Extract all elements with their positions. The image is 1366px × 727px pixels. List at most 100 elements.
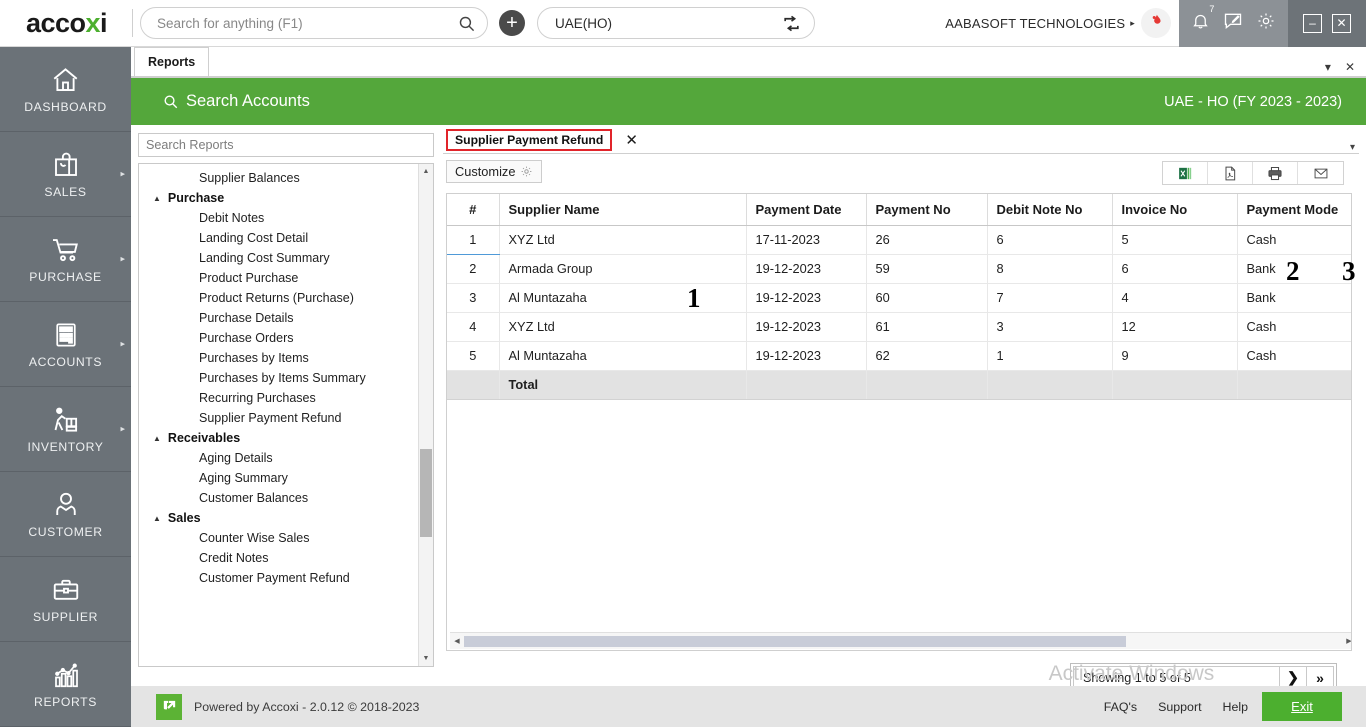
- hscroll-track[interactable]: [464, 636, 1342, 647]
- tab-reports[interactable]: Reports: [134, 47, 209, 77]
- reports-list-item[interactable]: Debit Notes: [139, 208, 420, 228]
- avatar[interactable]: [1141, 8, 1171, 38]
- export-excel-button[interactable]: [1163, 162, 1208, 184]
- table-cell: 62: [866, 341, 987, 370]
- messages-button[interactable]: [1223, 11, 1243, 36]
- scroll-up-arrow-icon[interactable]: ▲: [419, 164, 433, 179]
- table-cell: 8: [987, 254, 1112, 283]
- reports-list-item[interactable]: Supplier Balances: [139, 168, 420, 188]
- switch-branch-icon[interactable]: [782, 14, 801, 33]
- sidebar-item-label: SUPPLIER: [33, 610, 98, 624]
- reports-list-item[interactable]: Credit Notes: [139, 548, 420, 568]
- table-column-header[interactable]: Payment Date: [746, 194, 866, 225]
- reports-list-item[interactable]: Landing Cost Summary: [139, 248, 420, 268]
- window-controls: – ✕: [1288, 0, 1366, 47]
- chevron-right-icon: ▸: [120, 169, 125, 180]
- sidebar-item-reports[interactable]: REPORTS: [0, 642, 131, 727]
- reports-list-item[interactable]: Purchase Orders: [139, 328, 420, 348]
- table-column-header[interactable]: Supplier Name: [499, 194, 746, 225]
- sidebar-item-label: DASHBOARD: [24, 100, 107, 114]
- report-tab-supplier-payment-refund[interactable]: Supplier Payment Refund: [446, 129, 612, 151]
- footer-link-help[interactable]: Help: [1223, 700, 1248, 714]
- table-column-header[interactable]: Debit Note No: [987, 194, 1112, 225]
- reports-group-header[interactable]: ▲Purchase: [139, 188, 420, 208]
- report-tab-label: Supplier Payment Refund: [455, 133, 603, 147]
- close-window-button[interactable]: ✕: [1332, 14, 1351, 33]
- reports-list-item[interactable]: Purchases by Items: [139, 348, 420, 368]
- tab-list-dropdown-icon[interactable]: ▾: [1325, 60, 1331, 74]
- notifications-button[interactable]: 7: [1191, 11, 1210, 36]
- reports-list-item[interactable]: Purchases by Items Summary: [139, 368, 420, 388]
- footer-link-support[interactable]: Support: [1158, 700, 1201, 714]
- reports-list-item[interactable]: Landing Cost Detail: [139, 228, 420, 248]
- company-selector[interactable]: AABASOFT TECHNOLOGIES ▸: [945, 16, 1141, 31]
- tab-close-icon[interactable]: ✕: [1345, 60, 1355, 74]
- sidebar-item-sales[interactable]: SALES ▸: [0, 132, 131, 217]
- reports-list-scrollbar[interactable]: ▲ ▼: [418, 164, 433, 666]
- reports-group-label: Receivables: [168, 431, 240, 445]
- settings-button[interactable]: [1256, 11, 1276, 36]
- hscroll-thumb[interactable]: [464, 636, 1126, 647]
- reports-list-item[interactable]: Supplier Payment Refund: [139, 408, 420, 428]
- reports-search-input[interactable]: [146, 138, 426, 152]
- table-column-header[interactable]: #: [447, 194, 499, 225]
- reports-list-item[interactable]: Product Purchase: [139, 268, 420, 288]
- global-search[interactable]: [140, 7, 488, 39]
- footer-link-faqs[interactable]: FAQ's: [1104, 700, 1137, 714]
- minimize-button[interactable]: –: [1303, 14, 1322, 33]
- reports-list-item[interactable]: Customer Balances: [139, 488, 420, 508]
- export-pdf-button[interactable]: [1208, 162, 1253, 184]
- reports-search[interactable]: [138, 133, 434, 157]
- envelope-icon: [1312, 166, 1330, 181]
- table-column-header[interactable]: Payment Mode: [1237, 194, 1352, 225]
- reports-list: Supplier Balances▲PurchaseDebit NotesLan…: [139, 164, 420, 588]
- sidebar-item-purchase[interactable]: PURCHASE ▸: [0, 217, 131, 302]
- table-column-header[interactable]: Payment No: [866, 194, 987, 225]
- branch-selector[interactable]: UAE(HO): [537, 7, 815, 39]
- customize-button[interactable]: Customize: [446, 160, 542, 183]
- table-row[interactable]: 5Al Muntazaha19-12-20236219Cash: [447, 341, 1352, 370]
- search-input[interactable]: [157, 16, 458, 31]
- toolbar-dropdown-icon[interactable]: ▾: [1350, 142, 1355, 153]
- scroll-left-arrow-icon[interactable]: ◀: [450, 637, 464, 645]
- table-cell: Cash: [1237, 341, 1352, 370]
- reports-list-container: Supplier Balances▲PurchaseDebit NotesLan…: [138, 163, 434, 667]
- table-row[interactable]: 4XYZ Ltd19-12-202361312Cash: [447, 312, 1352, 341]
- sidebar-item-inventory[interactable]: INVENTORY ▸: [0, 387, 131, 472]
- sidebar-item-dashboard[interactable]: DASHBOARD: [0, 47, 131, 132]
- reports-list-item[interactable]: Aging Details: [139, 448, 420, 468]
- gear-icon: [1256, 11, 1276, 31]
- reports-list-item[interactable]: Recurring Purchases: [139, 388, 420, 408]
- report-view: Supplier Payment Refund ✕ Customize: [443, 125, 1359, 685]
- table-column-header[interactable]: Invoice No: [1112, 194, 1237, 225]
- sidebar-item-accounts[interactable]: ACCOUNTS ▸: [0, 302, 131, 387]
- table-row[interactable]: 1XYZ Ltd17-11-20232665Cash: [447, 225, 1352, 254]
- grid-horizontal-scrollbar[interactable]: ◀ ▶: [450, 632, 1352, 649]
- report-tab-close-icon[interactable]: ✕: [625, 131, 638, 149]
- scroll-right-arrow-icon[interactable]: ▶: [1342, 637, 1352, 645]
- sidebar-item-supplier[interactable]: SUPPLIER: [0, 557, 131, 642]
- accoxi-arrow-icon: [161, 698, 178, 715]
- reports-list-item[interactable]: Customer Payment Refund: [139, 568, 420, 588]
- company-name: AABASOFT TECHNOLOGIES: [945, 16, 1125, 31]
- scroll-down-arrow-icon[interactable]: ▼: [419, 651, 433, 666]
- reports-group-header[interactable]: ▲Sales: [139, 508, 420, 528]
- reports-list-item[interactable]: Aging Summary: [139, 468, 420, 488]
- add-new-button[interactable]: +: [499, 10, 525, 36]
- table-row[interactable]: 2Armada Group19-12-20235986Bank: [447, 254, 1352, 283]
- print-button[interactable]: [1253, 162, 1298, 184]
- table-row[interactable]: 3Al Muntazaha19-12-20236074Bank: [447, 283, 1352, 312]
- excel-icon: [1177, 165, 1194, 182]
- reports-list-item[interactable]: Product Returns (Purchase): [139, 288, 420, 308]
- chevron-right-icon: ▸: [120, 254, 125, 265]
- table-total-cell: [1237, 370, 1352, 399]
- scrollbar-thumb[interactable]: [420, 449, 432, 537]
- reports-list-item[interactable]: Purchase Details: [139, 308, 420, 328]
- search-icon[interactable]: [458, 15, 475, 32]
- table-cell: 17-11-2023: [746, 225, 866, 254]
- exit-button[interactable]: Exit: [1262, 692, 1342, 721]
- reports-group-header[interactable]: ▲Receivables: [139, 428, 420, 448]
- email-button[interactable]: [1298, 162, 1343, 184]
- reports-list-item[interactable]: Counter Wise Sales: [139, 528, 420, 548]
- sidebar-item-customer[interactable]: CUSTOMER: [0, 472, 131, 557]
